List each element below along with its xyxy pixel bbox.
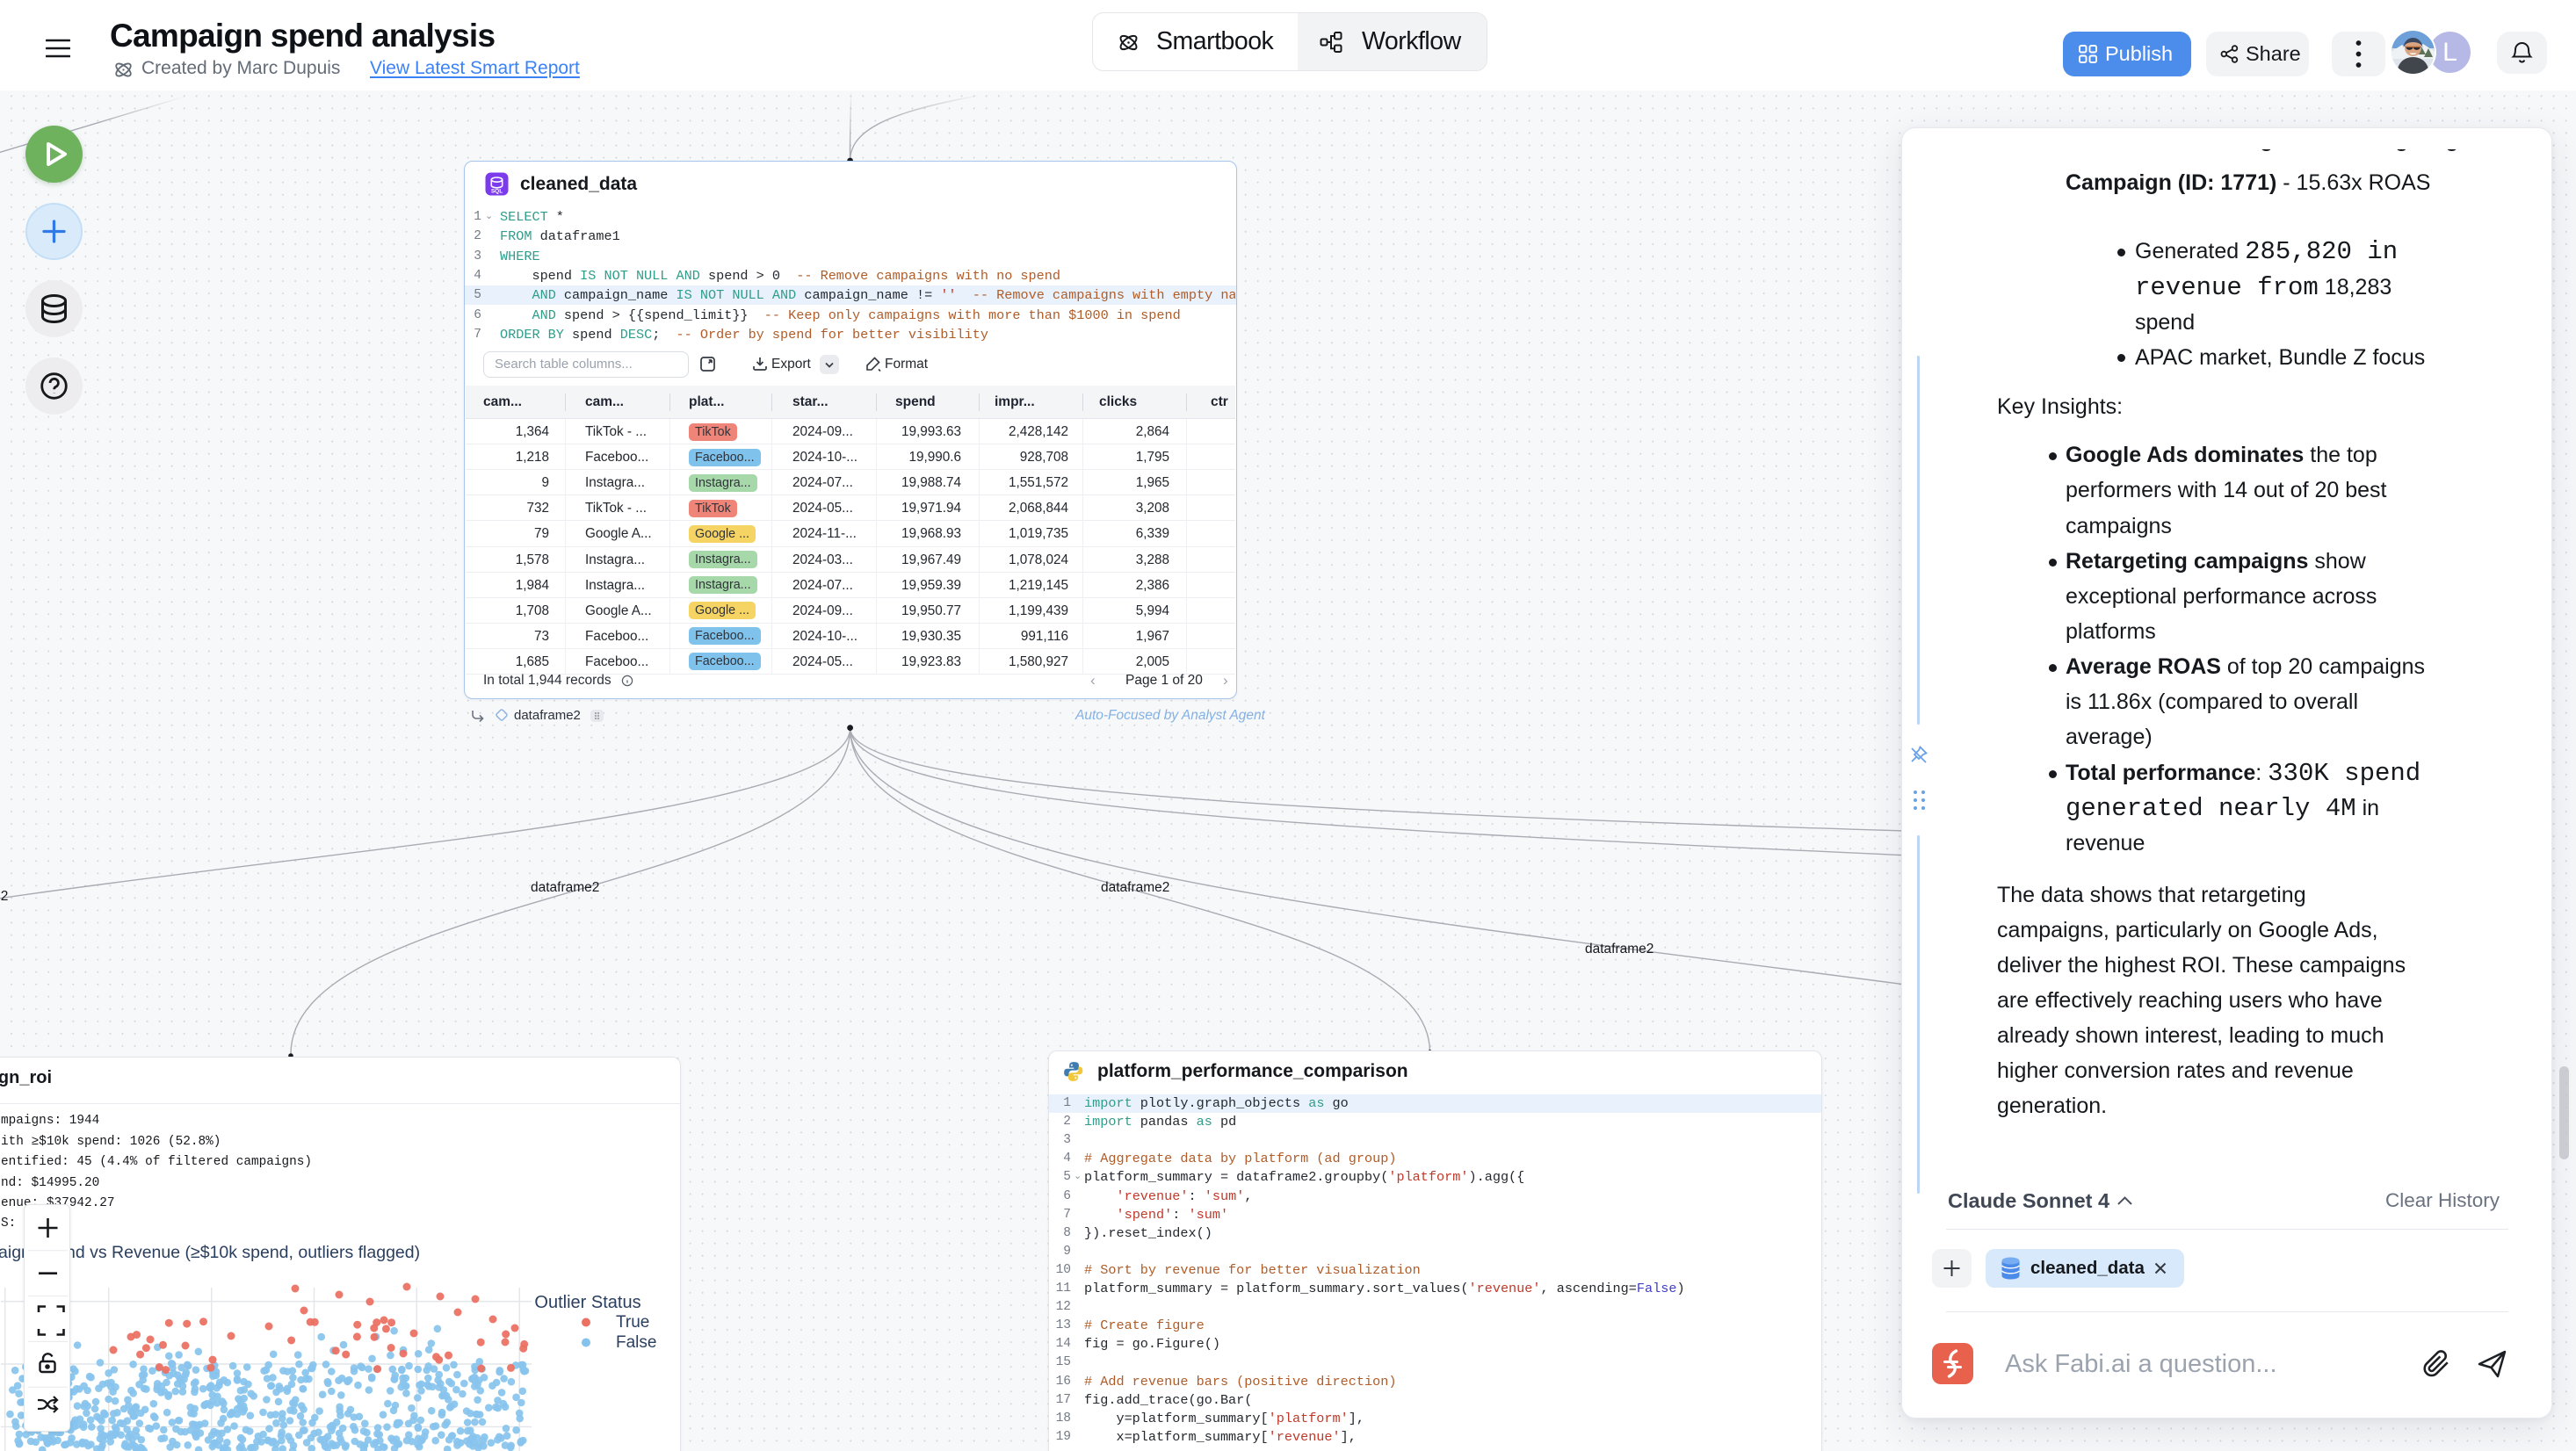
svg-text:True: True: [616, 1313, 649, 1332]
svg-text:SQL: SQL: [491, 189, 503, 195]
svg-text:Outlier Status: Outlier Status: [534, 1293, 640, 1312]
svg-text:False: False: [616, 1333, 656, 1352]
